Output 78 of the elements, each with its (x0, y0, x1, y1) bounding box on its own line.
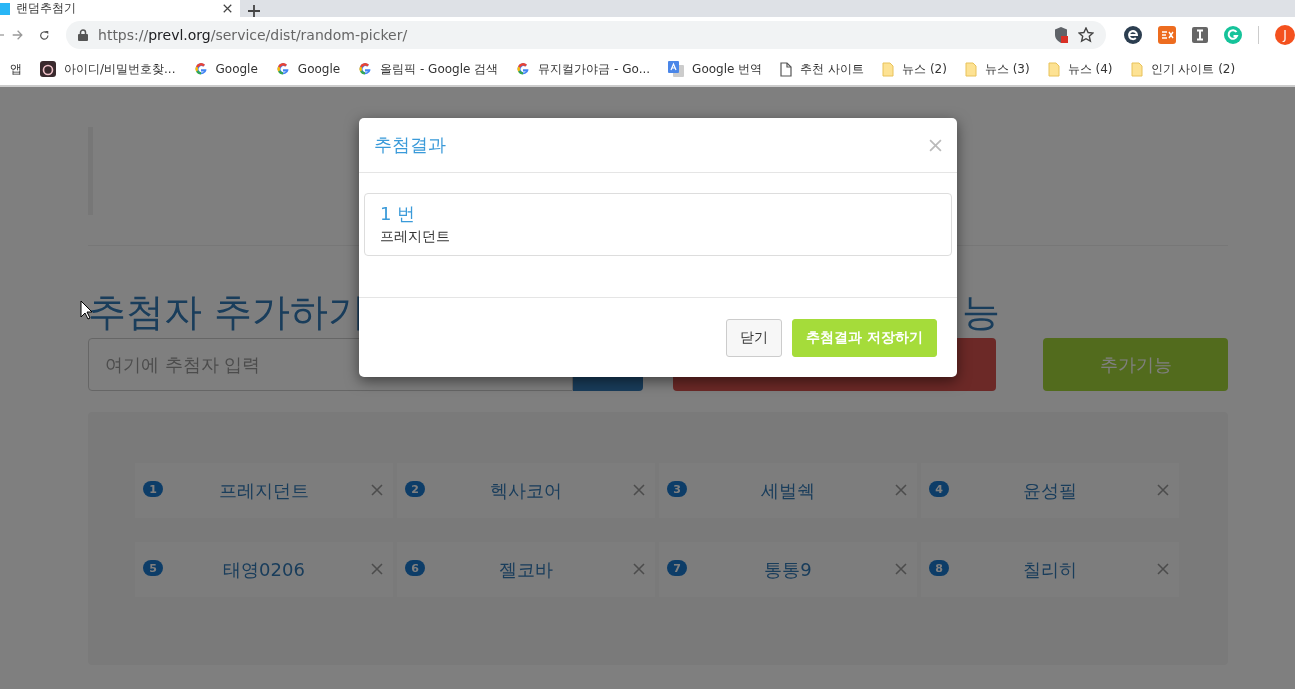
url-text: https://prevl.org/service/dist/random-picker/ (98, 27, 409, 43)
remove-icon[interactable] (633, 563, 645, 575)
section-heading: 추첨자 추가하기 (88, 290, 367, 334)
dialog-title: 추첨결과 (374, 133, 447, 157)
bookmark-label: Google (297, 62, 341, 76)
new-tab-icon[interactable] (248, 5, 260, 17)
number-badge: 6 (405, 560, 425, 576)
translate-icon (668, 61, 685, 77)
entry-name: 통통9 (764, 557, 812, 582)
google-icon (516, 62, 531, 76)
bookmark[interactable]: 뉴스 (2) (882, 60, 947, 78)
bookmark[interactable]: 추천 사이트 (780, 60, 865, 78)
bookmark-label: 뮤지컬가야금 - Go... (538, 60, 651, 78)
google-icon (193, 62, 208, 76)
bookmark[interactable]: Google (193, 62, 258, 76)
folder-icon (1130, 61, 1143, 77)
bookmark-label: 추천 사이트 (800, 60, 865, 78)
bookmark[interactable]: 올림픽 - Google 검색 (358, 60, 499, 78)
site-icon (40, 61, 56, 77)
bookmark[interactable]: Google (275, 62, 341, 76)
google-icon (358, 62, 373, 76)
extension-icon[interactable] (1124, 26, 1142, 44)
number-badge: 1 (143, 481, 163, 497)
shield-icon[interactable] (1054, 27, 1068, 43)
bookmark-label: Google (215, 62, 258, 76)
bookmark[interactable]: 앱 (10, 60, 22, 78)
lock-icon (78, 29, 88, 41)
folder-icon (882, 61, 895, 77)
entry-name: 칠리히 (1023, 557, 1077, 582)
forward-icon[interactable] (12, 28, 24, 42)
bookmark[interactable]: 뉴스 (3) (964, 60, 1030, 78)
bookmark[interactable]: 뮤지컬가야금 - Go... (516, 60, 651, 78)
bookmark-label: Google 번역 (692, 60, 763, 78)
bookmark-label: 인기 사이트 (2) (1150, 60, 1236, 78)
entry-name: 세벌쉑 (761, 478, 815, 503)
number-badge: 2 (405, 481, 425, 497)
bookmark-label: 아이디/비밀번호찾... (64, 60, 176, 78)
remove-icon[interactable] (1157, 563, 1169, 575)
result-number: 1 번 (380, 202, 417, 226)
number-badge: 8 (929, 560, 949, 576)
bookmark-label: 뉴스 (2) (902, 60, 947, 78)
folder-icon (1047, 61, 1060, 77)
bookmark-label: 올림픽 - Google 검색 (380, 60, 499, 78)
entry-name: 태영0206 (223, 557, 305, 582)
remove-icon[interactable] (633, 484, 645, 496)
tab-title: 랜덤추첨기 (16, 0, 77, 17)
address-bar[interactable]: https://prevl.org/service/dist/random-picker/ (66, 21, 1106, 49)
grammar-icon[interactable] (1224, 26, 1242, 44)
page-icon (780, 61, 793, 77)
result-name: 프레지던트 (380, 227, 451, 246)
folder-icon (964, 61, 977, 77)
bookmark[interactable]: 인기 사이트 (2) (1130, 60, 1236, 78)
entry-name: 젤코바 (499, 557, 553, 582)
remove-icon[interactable] (895, 484, 907, 496)
close-dialog-button[interactable]: 닫기 (726, 318, 783, 357)
bookmark-label: 뉴스 (4) (1067, 60, 1113, 78)
close-icon[interactable] (223, 4, 232, 13)
remove-icon[interactable] (371, 563, 383, 575)
google-icon (275, 62, 290, 76)
number-badge: 5 (143, 560, 163, 576)
entry-name: 프레지던트 (219, 478, 309, 503)
number-badge: 7 (667, 560, 687, 576)
number-badge: 4 (929, 481, 949, 497)
close-button[interactable] (929, 138, 942, 152)
bookmark[interactable]: 아이디/비밀번호찾... (40, 60, 176, 78)
bookmark[interactable]: Google 번역 (668, 60, 763, 78)
remove-icon[interactable] (895, 563, 907, 575)
number-badge: 3 (667, 481, 687, 497)
section-heading: 능 (962, 290, 1000, 334)
bookmark[interactable]: 뉴스 (4) (1047, 60, 1113, 78)
remove-icon[interactable] (371, 484, 383, 496)
browser-tab[interactable]: 랜덤추첨기 (0, 0, 240, 17)
remove-icon[interactable] (1157, 484, 1169, 496)
entry-name: 헥사코어 (490, 478, 562, 503)
star-icon[interactable] (1078, 27, 1094, 43)
extension-icon[interactable] (1192, 27, 1208, 43)
bookmark-label: 뉴스 (3) (984, 60, 1030, 78)
entry-name: 윤성필 (1023, 478, 1077, 503)
